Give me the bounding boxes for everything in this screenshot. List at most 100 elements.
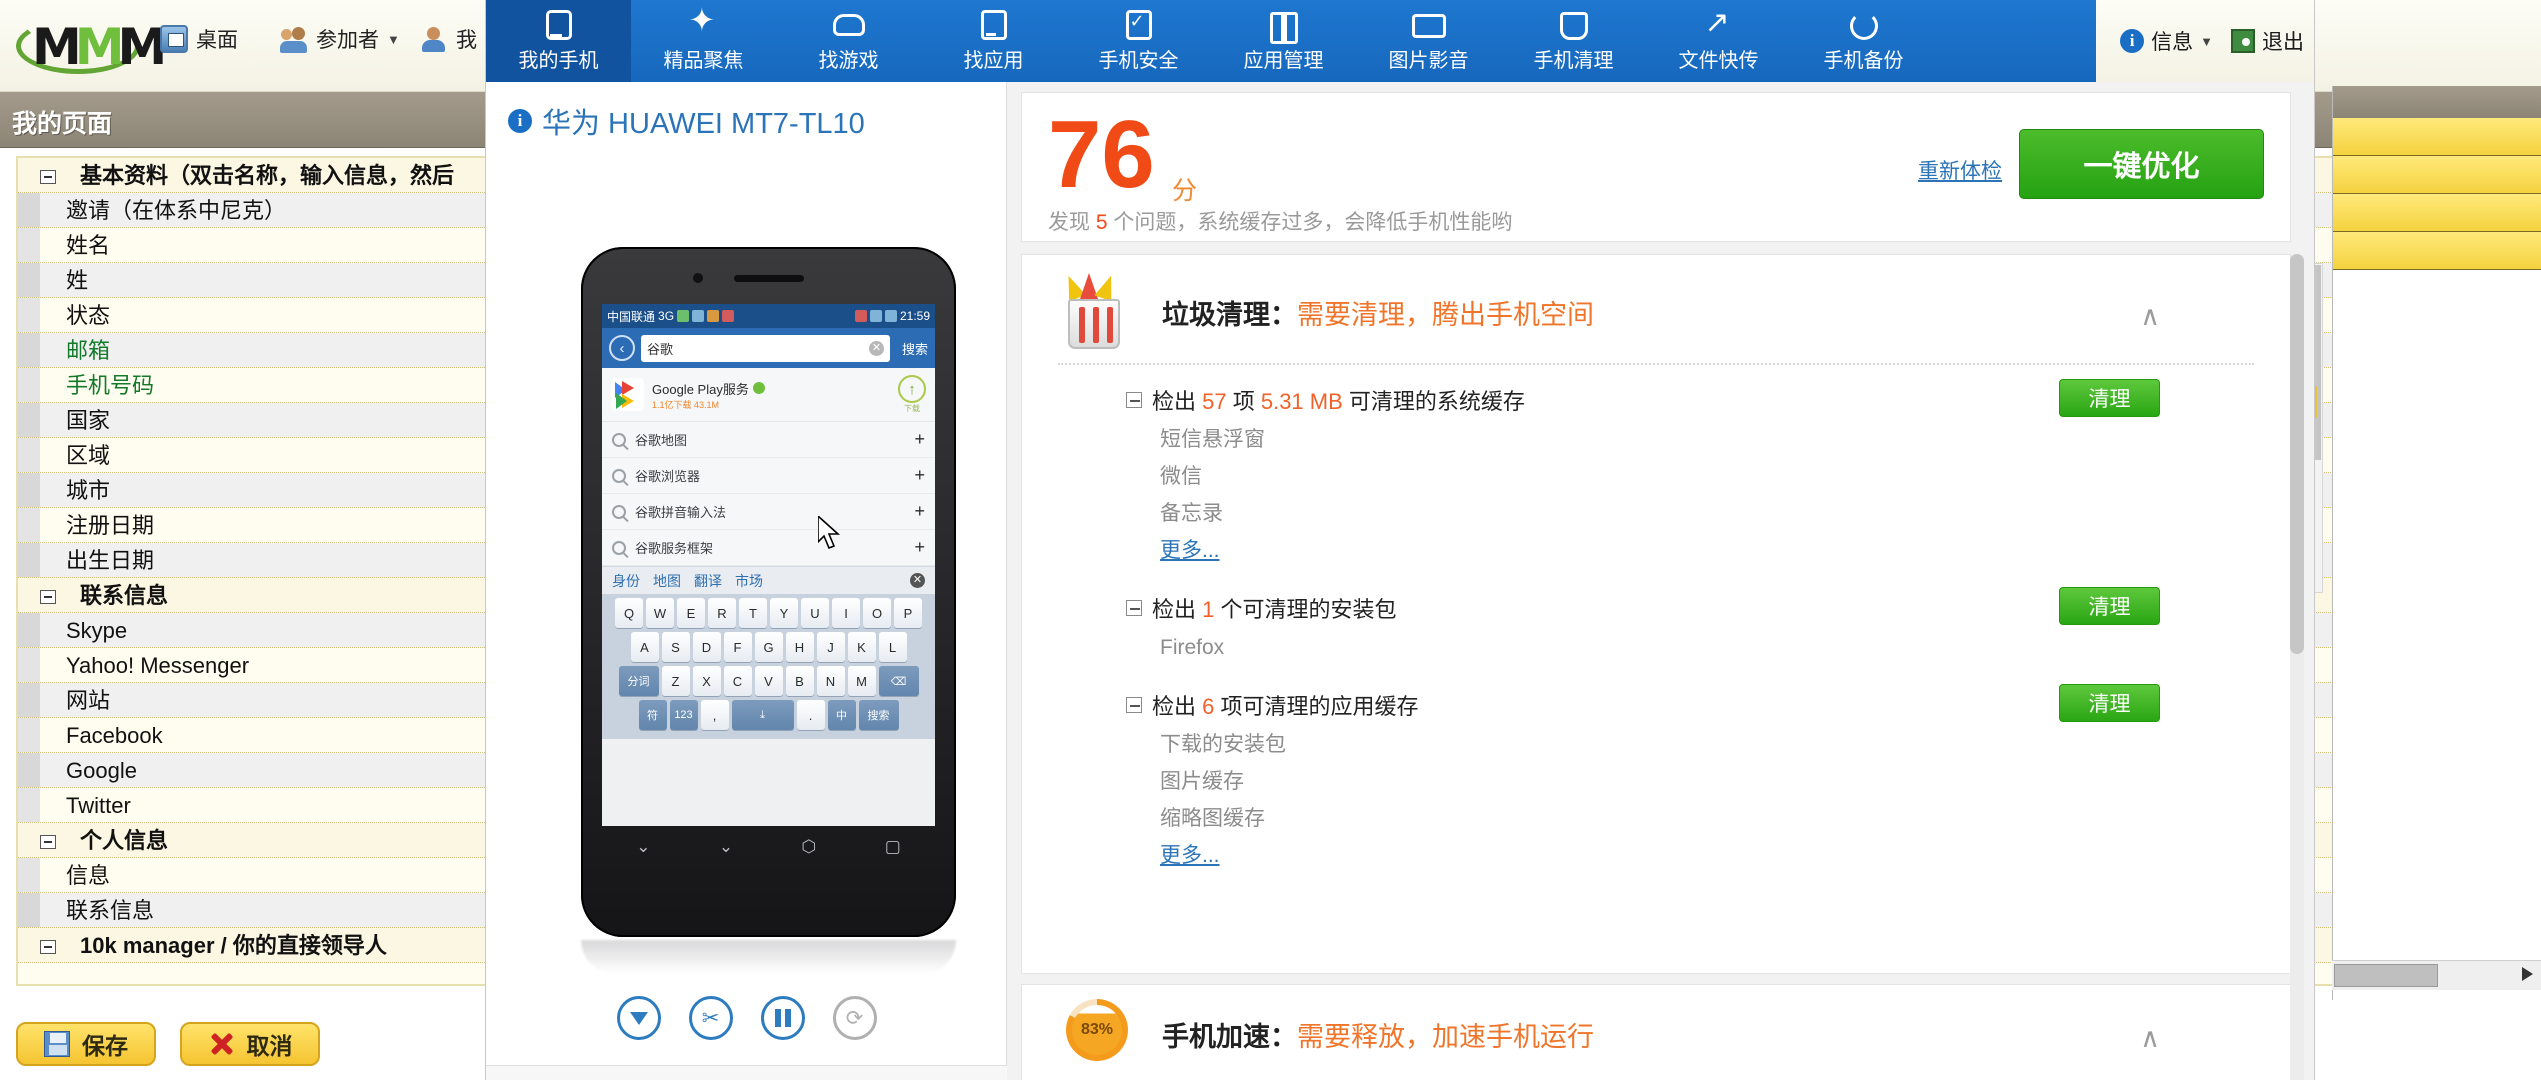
key-R[interactable]: R — [708, 598, 736, 628]
key-Z[interactable]: Z — [661, 666, 690, 696]
chevron-up-icon[interactable]: ∧ — [2140, 1023, 2160, 1054]
content-scrollbar[interactable] — [2290, 254, 2304, 1080]
key-F[interactable]: F — [723, 632, 752, 662]
collapse-toggle-icon[interactable] — [1126, 392, 1142, 408]
refresh-icon[interactable]: ⟳ — [832, 996, 877, 1040]
collapse-toggle-icon[interactable] — [40, 940, 56, 954]
phone-screen[interactable]: 中国联通 3G 21:59 ‹ 谷歌 ✕ 搜索 Google Play服务 1.… — [602, 304, 935, 826]
nav-down-icon[interactable]: ⌄ — [719, 837, 733, 857]
key-Y[interactable]: Y — [770, 598, 798, 628]
search-input[interactable]: 谷歌 ✕ — [641, 334, 890, 362]
ime-candidate[interactable]: 地图 — [653, 571, 681, 591]
tab-manage[interactable]: 应用管理 — [1211, 0, 1356, 82]
back-icon[interactable]: ‹ — [609, 335, 635, 361]
scissors-icon[interactable]: ✂ — [688, 996, 733, 1040]
header-item-participants[interactable]: 参加者 ▼ — [280, 24, 400, 54]
key-⌫[interactable]: ⌫ — [878, 666, 919, 696]
collapse-toggle-icon[interactable] — [1126, 697, 1142, 713]
ime-candidate[interactable]: 身份 — [612, 571, 640, 591]
plus-icon[interactable]: + — [914, 465, 925, 486]
key-C[interactable]: C — [723, 666, 752, 696]
clean-button[interactable]: 清理 — [2059, 587, 2160, 625]
key-Q[interactable]: Q — [615, 598, 643, 628]
clear-icon[interactable]: ✕ — [868, 340, 884, 356]
key-G[interactable]: G — [754, 632, 783, 662]
tab-shield[interactable]: 手机安全 — [1066, 0, 1211, 82]
clean-button[interactable]: 清理 — [2059, 379, 2160, 417]
header-item-me[interactable]: 我 — [420, 24, 477, 54]
ime-candidate[interactable]: 翻译 — [694, 571, 722, 591]
right-sheet-horizontal-scrollbar[interactable] — [2332, 960, 2541, 990]
search-suggestion-row[interactable]: 谷歌地图 + — [602, 422, 935, 458]
key-P[interactable]: P — [894, 598, 922, 628]
key-V[interactable]: V — [754, 666, 783, 696]
download-icon[interactable] — [616, 996, 661, 1040]
nav-home-icon[interactable]: ⬡ — [801, 837, 816, 857]
key-K[interactable]: K — [847, 632, 876, 662]
scrollbar-thumb[interactable] — [2290, 254, 2304, 654]
collapse-toggle-icon[interactable] — [1126, 600, 1142, 616]
phone-nav-buttons[interactable]: ⌄ ⌄ ⬡ ▢ — [602, 830, 935, 864]
save-button[interactable]: 保存 — [16, 1022, 156, 1066]
cancel-button[interactable]: 取消 — [180, 1022, 321, 1066]
plus-icon[interactable]: + — [914, 501, 925, 522]
search-suggestion-row[interactable]: 谷歌拼音输入法 + — [602, 494, 935, 530]
key-T[interactable]: T — [739, 598, 767, 628]
key-S[interactable]: S — [661, 632, 690, 662]
key-H[interactable]: H — [785, 632, 814, 662]
collapse-toggle-icon[interactable] — [40, 590, 56, 604]
key-B[interactable]: B — [785, 666, 814, 696]
nav-back-icon[interactable]: ⌄ — [636, 837, 650, 857]
key-分词[interactable]: 分词 — [618, 666, 659, 696]
more-link[interactable]: 更多... — [1022, 837, 1220, 874]
header-item-desktop[interactable]: 桌面 — [160, 24, 238, 54]
scrollbar-thumb[interactable] — [2334, 964, 2438, 987]
pause-icon[interactable] — [760, 996, 805, 1040]
tab-backup[interactable]: 手机备份 — [1791, 0, 1936, 82]
key-I[interactable]: I — [832, 598, 860, 628]
plus-icon[interactable]: + — [914, 429, 925, 450]
recheck-link[interactable]: 重新体检 — [1918, 155, 2002, 185]
search-suggestion-row[interactable]: 谷歌服务框架 + — [602, 530, 935, 566]
key-X[interactable]: X — [692, 666, 721, 696]
tab-app[interactable]: 找应用 — [921, 0, 1066, 82]
search-suggestion-row[interactable]: 谷歌浏览器 + — [602, 458, 935, 494]
key-U[interactable]: U — [801, 598, 829, 628]
nav-info-button[interactable]: i 信息 ▼ — [2120, 26, 2213, 56]
key-D[interactable]: D — [692, 632, 721, 662]
collapse-toggle-icon[interactable] — [40, 170, 56, 184]
key-符[interactable]: 符 — [638, 700, 667, 730]
key-,[interactable]: , — [700, 700, 729, 730]
close-icon[interactable]: ✕ — [910, 573, 925, 588]
tab-game[interactable]: 找游戏 — [776, 0, 921, 82]
tab-clean[interactable]: 手机清理 — [1501, 0, 1646, 82]
search-button[interactable]: 搜索 — [896, 339, 928, 358]
tab-phone[interactable]: 我的手机 — [486, 0, 631, 82]
ime-candidate[interactable]: 市场 — [735, 571, 763, 591]
key-A[interactable]: A — [630, 632, 659, 662]
key-M[interactable]: M — [847, 666, 876, 696]
featured-app-row[interactable]: Google Play服务 1.1亿下载 43.1M ↑ 下载 — [602, 368, 935, 422]
more-link[interactable]: 更多... — [1022, 532, 1220, 569]
nav-exit-button[interactable]: 退出 — [2231, 26, 2304, 56]
collapse-toggle-icon[interactable] — [40, 835, 56, 849]
key-E[interactable]: E — [677, 598, 705, 628]
featured-app-download[interactable]: ↑ 下载 — [898, 375, 926, 414]
tab-media[interactable]: 图片影音 — [1356, 0, 1501, 82]
key-W[interactable]: W — [646, 598, 674, 628]
tab-transfer[interactable]: 文件快传 — [1646, 0, 1791, 82]
key-⤓[interactable]: ⤓ — [731, 700, 794, 730]
tab-star[interactable]: 精品聚焦 — [631, 0, 776, 82]
chevron-up-icon[interactable]: ∧ — [2140, 301, 2160, 332]
key-123[interactable]: 123 — [669, 700, 698, 730]
key-L[interactable]: L — [878, 632, 907, 662]
nav-recents-icon[interactable]: ▢ — [885, 837, 901, 857]
one-key-optimize-button[interactable]: 一键优化 — [2019, 129, 2264, 199]
key-搜索[interactable]: 搜索 — [858, 700, 899, 730]
key-J[interactable]: J — [816, 632, 845, 662]
key-N[interactable]: N — [816, 666, 845, 696]
clean-button[interactable]: 清理 — [2059, 684, 2160, 722]
key-.[interactable]: . — [796, 700, 825, 730]
key-O[interactable]: O — [863, 598, 891, 628]
key-中[interactable]: 中 — [827, 700, 856, 730]
